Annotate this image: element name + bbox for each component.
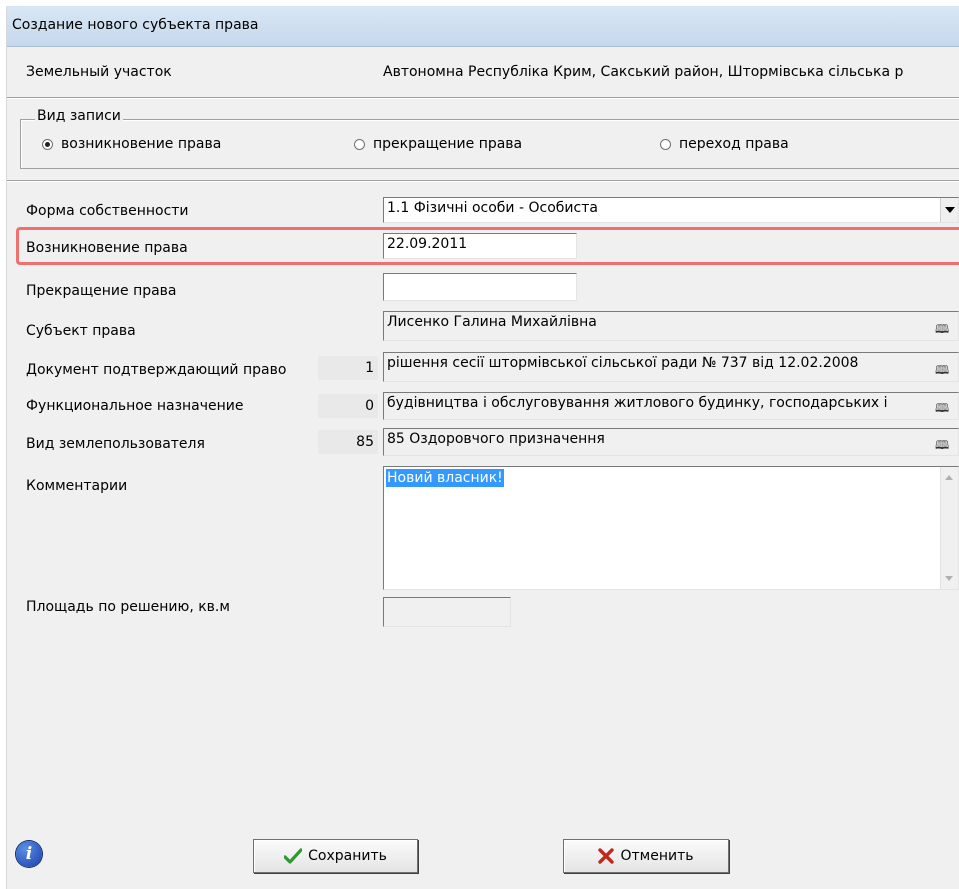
purpose-field[interactable]: будівництва і обслуговування житлового б…	[383, 392, 959, 420]
radio-right-termination[interactable]: прекращение права	[354, 136, 522, 152]
separator-middle	[7, 180, 959, 182]
right-end-label: Прекращение права	[26, 283, 177, 299]
window-title: Создание нового субъекта права	[12, 17, 259, 33]
ownership-form-label: Форма собственности	[26, 203, 189, 219]
title-bar: Создание нового субъекта права	[7, 6, 959, 47]
document-field[interactable]: рішення сесії штормівської сільської рад…	[383, 352, 959, 382]
radio-origin-dot[interactable]	[42, 138, 53, 150]
separator-top	[7, 97, 959, 99]
radio-termination-label: прекращение права	[373, 136, 523, 152]
right-start-date-value: 22.09.2011	[387, 236, 468, 252]
chevron-down-icon[interactable]	[940, 198, 958, 222]
land-plot-label: Земельный участок	[26, 64, 172, 80]
user-type-field[interactable]: 85 Оздоровчого призначення	[383, 428, 959, 456]
area-input[interactable]	[383, 597, 511, 627]
comments-textarea[interactable]: Новий власник!	[383, 466, 959, 590]
close-icon	[598, 848, 615, 864]
book-lookup-icon[interactable]: 🕮	[935, 399, 949, 420]
ownership-form-select[interactable]: 1.1 Фізичні особи - Особиста	[383, 197, 959, 223]
comments-label: Комментарии	[26, 478, 128, 494]
info-icon[interactable]: i	[16, 841, 42, 867]
window-left-edge	[0, 6, 7, 889]
area-label: Площадь по решению, кв.м	[26, 599, 230, 615]
radio-transfer-label: переход права	[679, 136, 789, 152]
right-start-date-input[interactable]: 22.09.2011	[383, 233, 577, 259]
subject-value: Лисенко Галина Михайлівна	[387, 314, 597, 330]
radio-right-transfer[interactable]: переход права	[660, 136, 789, 152]
radio-origin-label: возникновение права	[61, 136, 222, 152]
book-lookup-icon[interactable]: 🕮	[935, 436, 949, 457]
purpose-code: 0	[318, 394, 378, 418]
checkmark-icon	[284, 848, 303, 864]
record-type-legend: Вид записи	[35, 108, 123, 124]
right-end-date-input[interactable]	[383, 273, 577, 301]
radio-right-origin[interactable]: возникновение права	[42, 136, 221, 152]
document-value: рішення сесії штормівської сільської рад…	[387, 355, 859, 371]
user-type-code: 85	[318, 430, 378, 454]
scroll-up-icon[interactable]	[945, 475, 953, 480]
comments-value: Новий власник!	[386, 469, 504, 487]
subject-label: Субъект права	[26, 323, 136, 339]
cancel-button[interactable]: Отменить	[563, 839, 729, 873]
purpose-value: будівництва і обслуговування житлового б…	[387, 395, 888, 411]
ownership-form-value: 1.1 Фізичні особи - Особиста	[387, 200, 598, 216]
cancel-button-label: Отменить	[620, 848, 694, 864]
save-button[interactable]: Сохранить	[253, 839, 418, 873]
document-label: Документ подтверждающий право	[26, 362, 287, 378]
book-lookup-icon[interactable]: 🕮	[935, 320, 949, 341]
document-code: 1	[318, 356, 378, 380]
save-button-label: Сохранить	[308, 848, 387, 864]
scroll-down-icon[interactable]	[945, 576, 953, 581]
radio-termination-dot[interactable]	[354, 138, 365, 150]
land-plot-value: Автономна Республіка Крим, Сакський райо…	[383, 64, 904, 80]
user-type-label: Вид землепользователя	[26, 436, 205, 452]
subject-field[interactable]: Лисенко Галина Михайлівна	[383, 311, 959, 341]
radio-transfer-dot[interactable]	[660, 138, 671, 150]
right-start-label: Возникновение права	[26, 240, 188, 256]
user-type-value: 85 Оздоровчого призначення	[387, 431, 605, 447]
comments-scrollbar[interactable]	[940, 467, 958, 589]
book-lookup-icon[interactable]: 🕮	[935, 361, 949, 382]
purpose-label: Функциональное назначение	[26, 398, 244, 414]
